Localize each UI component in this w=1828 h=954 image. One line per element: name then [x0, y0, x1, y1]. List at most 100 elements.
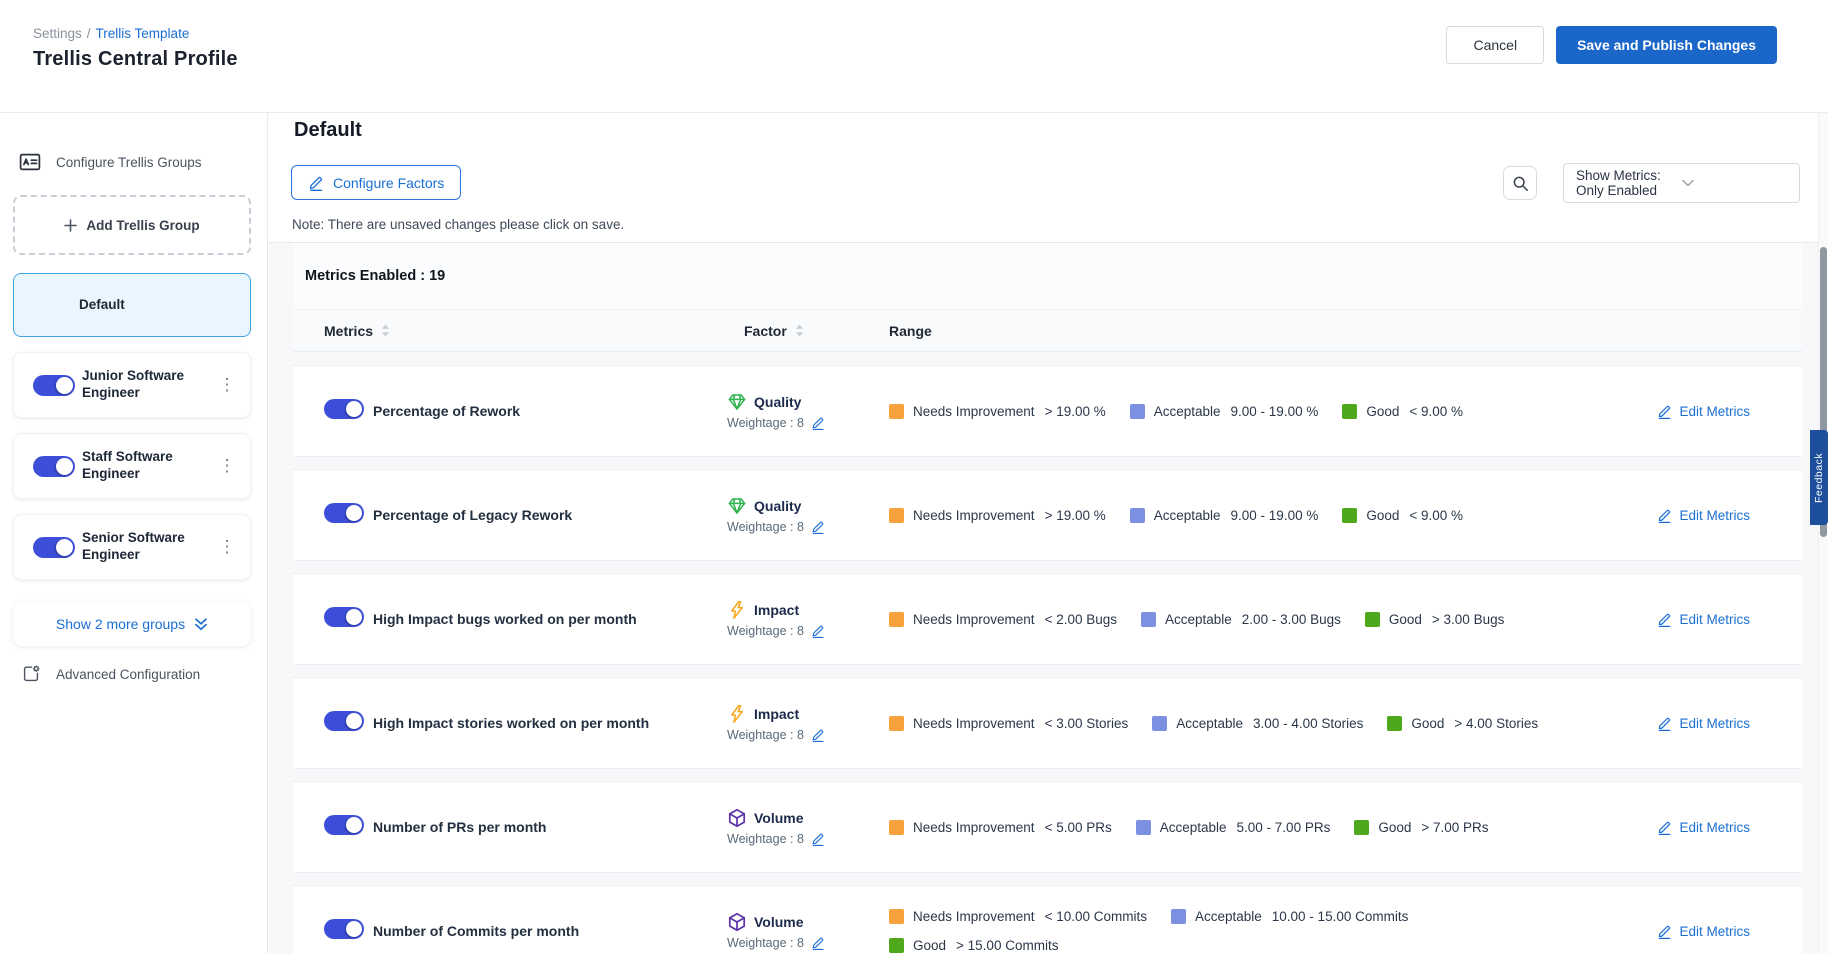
- metric-row: Number of Commits per month: [293, 885, 1802, 954]
- search-button[interactable]: [1503, 166, 1537, 200]
- weightage-label: Weightage : 8: [727, 728, 804, 742]
- impact-bolt-icon: [727, 600, 747, 620]
- group-toggle[interactable]: [33, 375, 75, 396]
- edit-metrics-label: Edit Metrics: [1679, 612, 1750, 627]
- metric-toggle[interactable]: [324, 503, 364, 523]
- range-level-label: Acceptable: [1154, 508, 1221, 523]
- range-level-label: Good: [1411, 716, 1444, 731]
- show-metrics-dropdown[interactable]: Show Metrics: Only Enabled: [1563, 163, 1800, 203]
- edit-metrics-label: Edit Metrics: [1679, 716, 1750, 731]
- edit-metrics-link[interactable]: Edit Metrics: [1657, 612, 1802, 627]
- show-more-groups-button[interactable]: Show 2 more groups: [13, 602, 251, 646]
- group-card[interactable]: Senior Software Engineer ⋮: [13, 514, 251, 580]
- metric-row: Percentage of Rework: [293, 365, 1802, 457]
- configure-factors-button[interactable]: Configure Factors: [291, 165, 461, 200]
- range-color-square: [889, 716, 904, 731]
- sort-icon[interactable]: [381, 324, 390, 337]
- breadcrumb-settings[interactable]: Settings: [33, 26, 82, 41]
- metric-name: Percentage of Rework: [373, 403, 720, 419]
- range-cell: Needs Improvement < 5.00 PRs Acceptable …: [889, 820, 1489, 835]
- factor-name: Volume: [754, 810, 804, 826]
- range-color-square: [889, 938, 904, 953]
- edit-weightage-icon[interactable]: [811, 936, 825, 950]
- edit-weightage-icon[interactable]: [811, 832, 825, 846]
- metric-toggle[interactable]: [324, 711, 364, 731]
- range-badge: Needs Improvement < 3.00 Stories: [889, 716, 1128, 731]
- weightage-label: Weightage : 8: [727, 624, 804, 638]
- add-trellis-group-label: Add Trellis Group: [86, 218, 199, 233]
- edit-pencil-icon: [1657, 716, 1672, 731]
- edit-pencil-icon: [1657, 924, 1672, 939]
- range-value: > 7.00 PRs: [1421, 820, 1488, 835]
- range-level-label: Needs Improvement: [913, 612, 1035, 627]
- chevron-down-icon: [1682, 179, 1788, 187]
- range-color-square: [1365, 612, 1380, 627]
- feedback-tab[interactable]: Feedback: [1810, 430, 1828, 525]
- edit-metrics-link[interactable]: Edit Metrics: [1657, 716, 1802, 731]
- group-card[interactable]: Staff Software Engineer ⋮: [13, 433, 251, 499]
- edit-metrics-link[interactable]: Edit Metrics: [1657, 924, 1802, 939]
- range-level-label: Acceptable: [1160, 820, 1227, 835]
- range-value: > 19.00 %: [1045, 508, 1106, 523]
- range-level-label: Good: [1389, 612, 1422, 627]
- kebab-menu-icon[interactable]: ⋮: [217, 537, 237, 557]
- range-color-square: [889, 820, 904, 835]
- group-toggle[interactable]: [33, 456, 75, 477]
- range-level-label: Good: [913, 938, 946, 953]
- range-color-square: [889, 612, 904, 627]
- kebab-menu-icon[interactable]: ⋮: [217, 375, 237, 395]
- metric-toggle[interactable]: [324, 815, 364, 835]
- range-color-square: [1130, 508, 1145, 523]
- metric-row: Number of PRs per month: [293, 781, 1802, 873]
- edit-weightage-icon[interactable]: [811, 728, 825, 742]
- range-color-square: [889, 909, 904, 924]
- range-color-square: [1152, 716, 1167, 731]
- range-value: < 3.00 Stories: [1045, 716, 1129, 731]
- edit-metrics-link[interactable]: Edit Metrics: [1657, 404, 1802, 419]
- metric-name: Number of PRs per month: [373, 819, 720, 835]
- range-level-label: Good: [1378, 820, 1411, 835]
- kebab-menu-icon[interactable]: ⋮: [217, 456, 237, 476]
- metric-toggle[interactable]: [324, 919, 364, 939]
- range-badge: Acceptable 5.00 - 7.00 PRs: [1136, 820, 1331, 835]
- range-badge: Good > 7.00 PRs: [1354, 820, 1488, 835]
- double-chevron-down-icon: [194, 617, 208, 631]
- advanced-configuration-link[interactable]: Advanced Configuration: [20, 663, 252, 685]
- breadcrumb-trellis-template[interactable]: Trellis Template: [96, 26, 190, 41]
- range-color-square: [1387, 716, 1402, 731]
- metric-toggle[interactable]: [324, 399, 364, 419]
- range-color-square: [1141, 612, 1156, 627]
- edit-metrics-link[interactable]: Edit Metrics: [1657, 508, 1802, 523]
- edit-metrics-label: Edit Metrics: [1679, 404, 1750, 419]
- edit-pencil-icon: [1657, 612, 1672, 627]
- edit-metrics-link[interactable]: Edit Metrics: [1657, 820, 1802, 835]
- factor-name: Impact: [754, 706, 799, 722]
- weightage-label: Weightage : 8: [727, 832, 804, 846]
- range-value: 10.00 - 15.00 Commits: [1272, 909, 1409, 924]
- group-card-default[interactable]: Default: [13, 273, 251, 337]
- add-trellis-group-button[interactable]: Add Trellis Group: [13, 195, 251, 255]
- edit-pencil-icon: [1657, 820, 1672, 835]
- range-value: > 15.00 Commits: [956, 938, 1058, 953]
- edit-metrics-label: Edit Metrics: [1679, 820, 1750, 835]
- edit-weightage-icon[interactable]: [811, 520, 825, 534]
- breadcrumb-separator: /: [87, 26, 91, 41]
- cancel-button[interactable]: Cancel: [1446, 26, 1544, 64]
- edit-metrics-label: Edit Metrics: [1679, 924, 1750, 939]
- metric-toggle[interactable]: [324, 607, 364, 627]
- range-cell: Needs Improvement > 19.00 % Acceptable 9…: [889, 404, 1463, 419]
- range-cell: Needs Improvement < 3.00 Stories Accepta…: [889, 716, 1538, 731]
- save-and-publish-button[interactable]: Save and Publish Changes: [1556, 26, 1777, 64]
- search-icon: [1512, 175, 1529, 192]
- group-toggle[interactable]: [33, 537, 75, 558]
- range-level-label: Acceptable: [1195, 909, 1262, 924]
- range-badge: Acceptable 10.00 - 15.00 Commits: [1171, 909, 1408, 924]
- scrollbar-track[interactable]: [1818, 113, 1828, 954]
- range-color-square: [1130, 404, 1145, 419]
- sort-icon[interactable]: [795, 324, 804, 337]
- range-color-square: [1136, 820, 1151, 835]
- edit-weightage-icon[interactable]: [811, 416, 825, 430]
- group-card[interactable]: Junior Software Engineer ⋮: [13, 352, 251, 418]
- edit-metrics-label: Edit Metrics: [1679, 508, 1750, 523]
- edit-weightage-icon[interactable]: [811, 624, 825, 638]
